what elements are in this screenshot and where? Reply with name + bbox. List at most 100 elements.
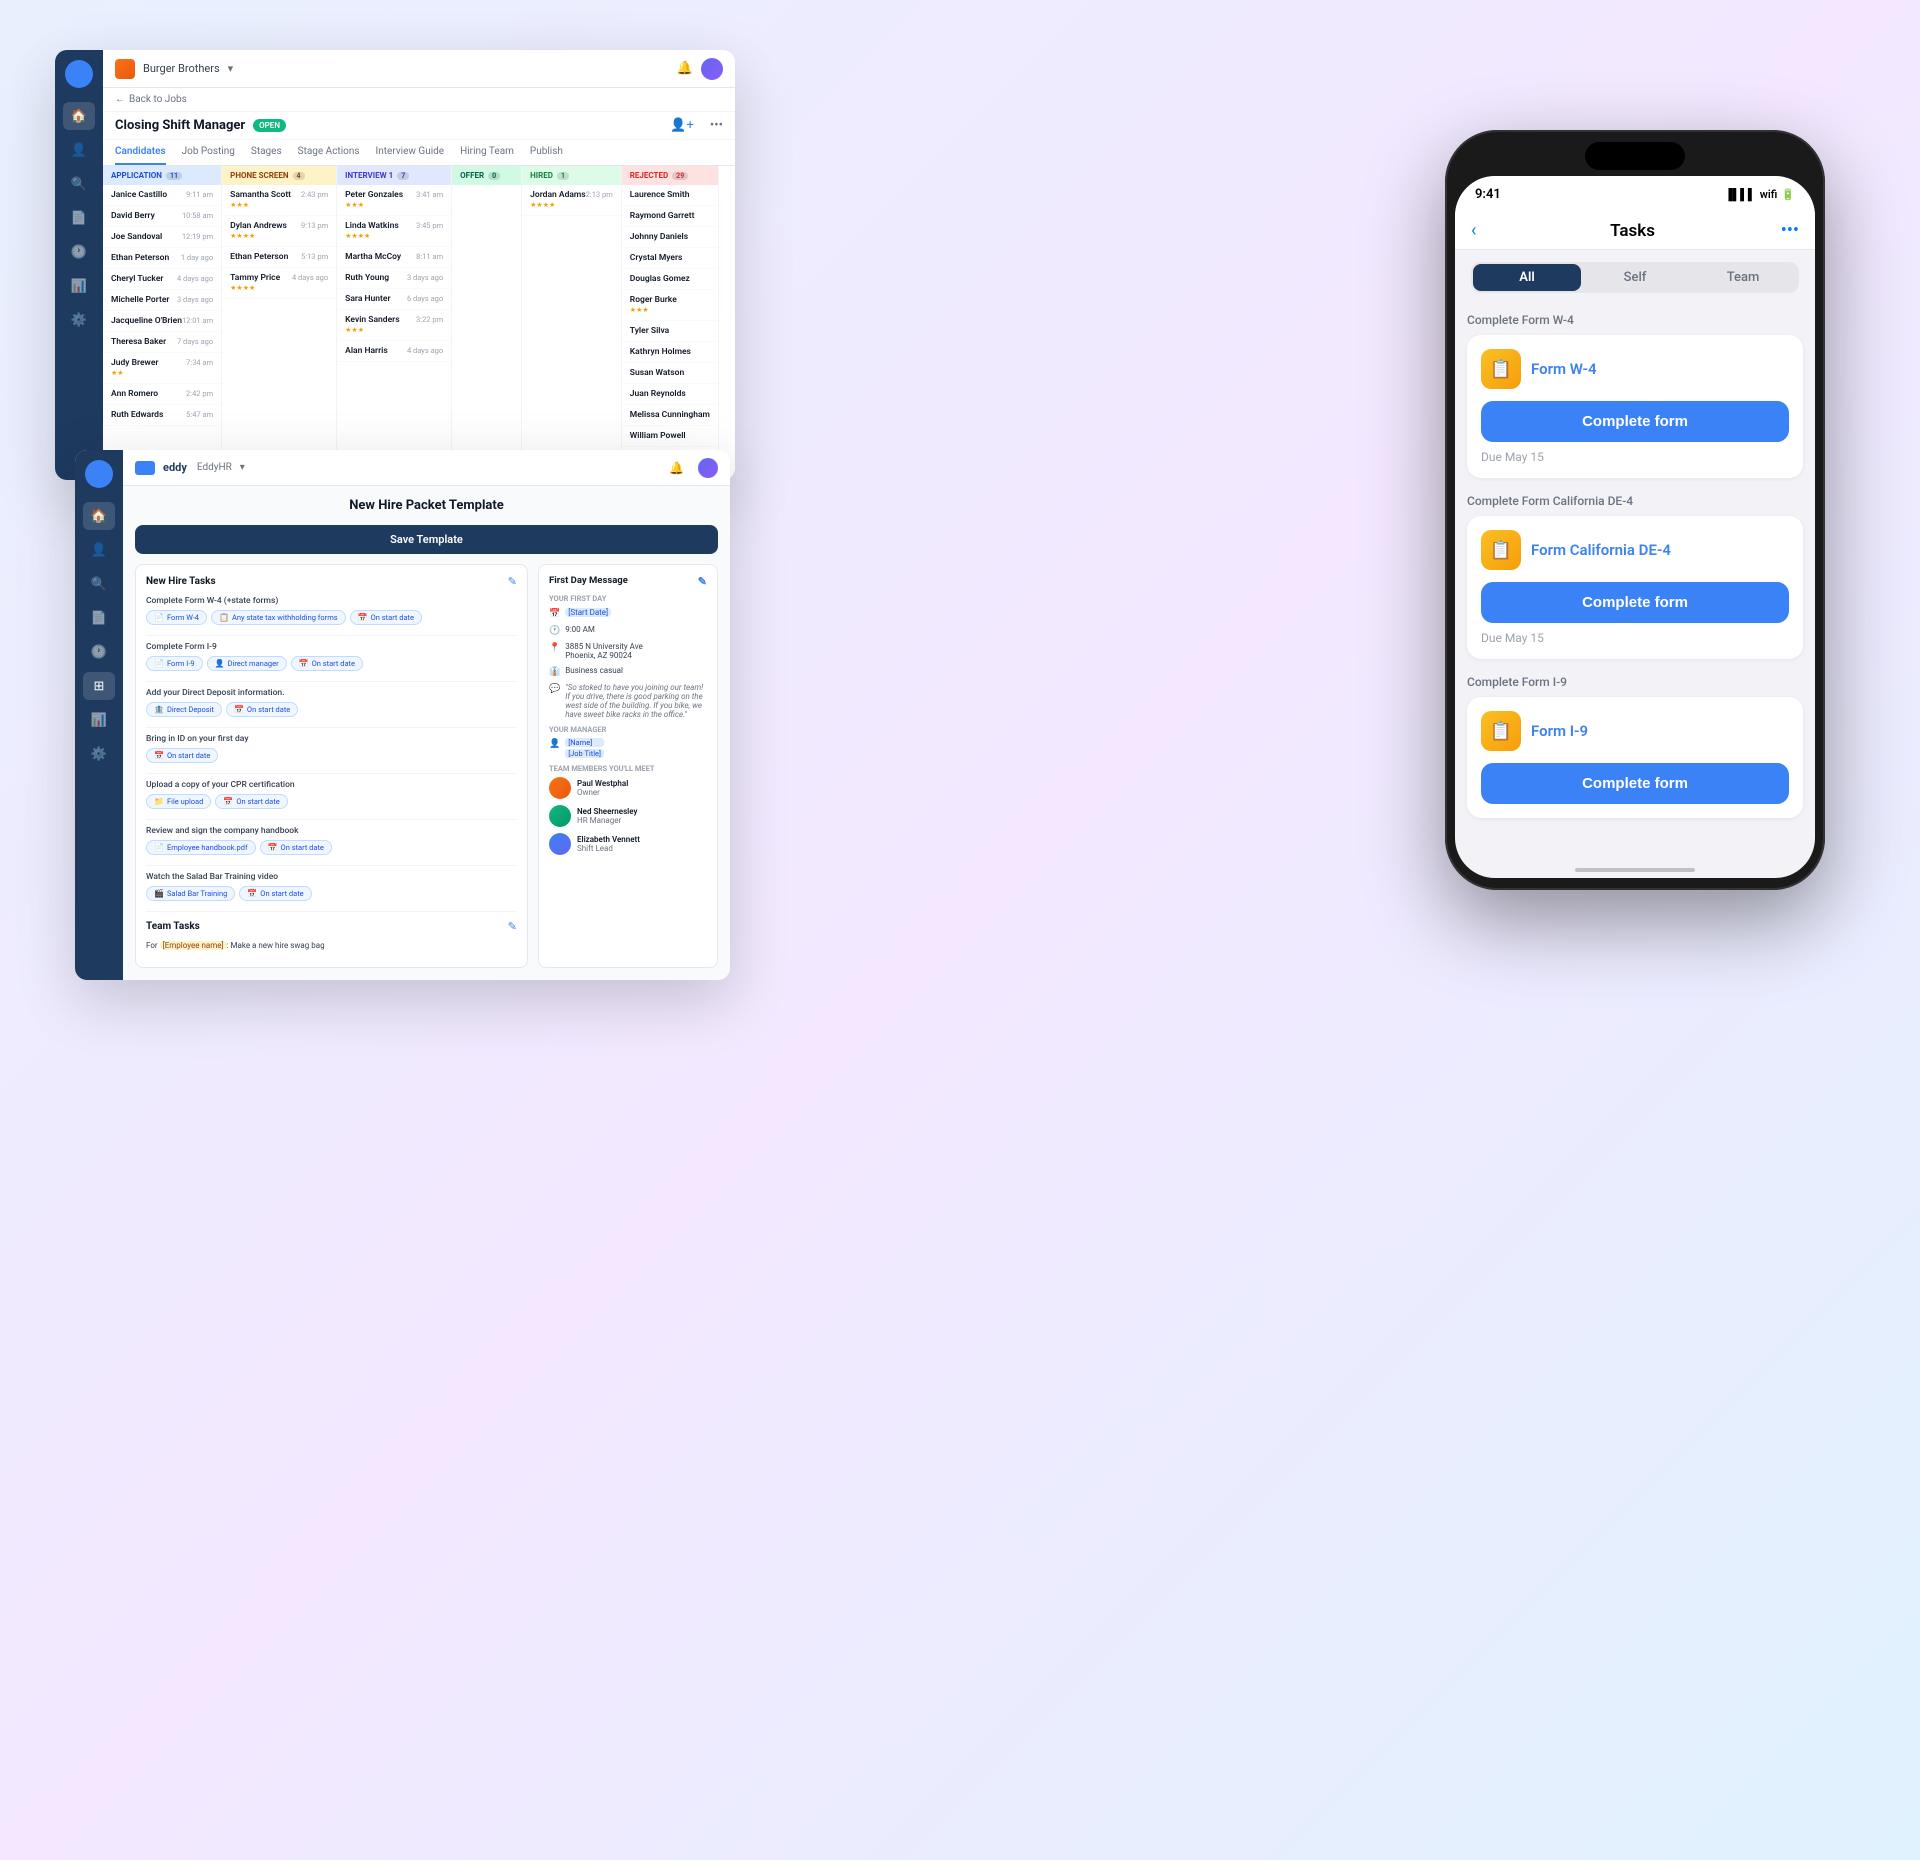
- sidebar-item-search[interactable]: 🔍: [83, 570, 115, 598]
- task-due-de4: Due May 15: [1481, 631, 1789, 645]
- nav-job-posting[interactable]: Job Posting: [182, 140, 235, 165]
- add-candidate-icon[interactable]: 👤+: [670, 118, 694, 133]
- back-to-jobs[interactable]: ← Back to Jobs: [103, 88, 735, 112]
- nav-stage-actions[interactable]: Stage Actions: [298, 140, 360, 165]
- sidebar-item-people[interactable]: 👤: [83, 536, 115, 564]
- nav-publish[interactable]: Publish: [530, 140, 563, 165]
- table-row[interactable]: Ann Romero2:42 pm: [103, 384, 221, 405]
- notification-icon[interactable]: 🔔: [677, 61, 693, 76]
- table-row[interactable]: Theresa Baker7 days ago: [103, 332, 221, 353]
- table-row[interactable]: Douglas Gomez: [622, 269, 718, 290]
- packet-window: 🏠 👤 🔍 📄 🕐 ⊞ 📊 ⚙️ eddy EddyHR ▾ 🔔 New Hir…: [75, 450, 730, 980]
- table-row[interactable]: Tyler Silva: [622, 321, 718, 342]
- table-row[interactable]: Dylan Andrews9:13 pm★★★★: [222, 216, 336, 247]
- table-row[interactable]: Tammy Price4 days ago★★★★: [222, 268, 336, 299]
- phone-back-button[interactable]: ‹: [1471, 220, 1476, 241]
- save-template-button[interactable]: Save Template: [390, 533, 463, 546]
- nav-stages[interactable]: Stages: [251, 140, 282, 165]
- sidebar-item-docs[interactable]: 📄: [83, 604, 115, 632]
- tab-self[interactable]: Self: [1581, 264, 1689, 291]
- task-card-de4: 📋 Form California DE-4 Complete form Due…: [1467, 516, 1803, 659]
- tab-all[interactable]: All: [1473, 264, 1581, 291]
- sidebar-item-docs[interactable]: 📄: [63, 204, 95, 232]
- table-row[interactable]: Ruth Young3 days ago: [337, 268, 451, 289]
- complete-form-button-i9[interactable]: Complete form: [1481, 763, 1789, 804]
- table-row[interactable]: David Berry10:58 am: [103, 206, 221, 227]
- form-name-w4: Form W-4: [1531, 360, 1597, 378]
- tab-team[interactable]: Team: [1689, 264, 1797, 291]
- table-row[interactable]: Michelle Porter3 days ago: [103, 290, 221, 311]
- sidebar-item-clock[interactable]: 🕐: [63, 238, 95, 266]
- table-row[interactable]: Martha McCoy8:11 am: [337, 247, 451, 268]
- table-row[interactable]: Samantha Scott2:43 pm★★★: [222, 185, 336, 216]
- chip-start-date-2: 📅On start date: [291, 656, 363, 671]
- table-row[interactable]: Melissa Cunningham: [622, 405, 718, 426]
- table-row[interactable]: Ethan Peterson1 day ago: [103, 248, 221, 269]
- task-form-row-de4: 📋 Form California DE-4: [1481, 530, 1789, 570]
- table-row[interactable]: Kathryn Holmes: [622, 342, 718, 363]
- save-template-bar: Save Template: [135, 525, 718, 554]
- table-row[interactable]: Joe Sandoval12:19 pm: [103, 227, 221, 248]
- first-day-edit-icon[interactable]: ✎: [698, 575, 707, 588]
- sidebar-item-chart-bar[interactable]: 📊: [83, 706, 115, 734]
- packet-user-avatar[interactable]: [698, 458, 718, 478]
- table-row[interactable]: Peter Gonzales3:41 am★★★: [337, 185, 451, 216]
- ats-sidebar: 🏠 👤 🔍 📄 🕐 📊 ⚙️: [55, 50, 103, 480]
- user-avatar[interactable]: [701, 58, 723, 80]
- more-options-icon[interactable]: •••: [710, 118, 723, 133]
- notification-bell-icon[interactable]: 🔔: [669, 461, 684, 475]
- wifi-icon: wifi: [1760, 188, 1778, 201]
- form-icon-i9: 📋: [1481, 711, 1521, 751]
- table-row[interactable]: Raymond Garrett: [622, 206, 718, 227]
- table-row[interactable]: Judy Brewer7:34 am★★: [103, 353, 221, 384]
- table-row[interactable]: Linda Watkins3:45 pm★★★★: [337, 216, 451, 247]
- table-row[interactable]: Laurence Smith: [622, 185, 718, 206]
- eddy-logo-icon: [85, 460, 113, 488]
- sidebar-item-grid[interactable]: ⊞: [83, 672, 115, 700]
- nav-candidates[interactable]: Candidates: [115, 140, 166, 165]
- tasks-section-header: New Hire Tasks ✎: [146, 575, 517, 588]
- dress-icon: 👔: [549, 667, 560, 677]
- table-row[interactable]: Sara Hunter6 days ago: [337, 289, 451, 310]
- sidebar-item-people[interactable]: 👤: [63, 136, 95, 164]
- chip-form-w4: 📄Form W-4: [146, 610, 207, 625]
- tasks-section-title: New Hire Tasks: [146, 576, 216, 587]
- table-row[interactable]: Jacqueline O'Brien12:01 am: [103, 311, 221, 332]
- table-row[interactable]: Kevin Sanders3:22 pm★★★: [337, 310, 451, 341]
- task-w4-chips: 📄Form W-4 📋Any state tax withholding for…: [146, 610, 517, 625]
- sidebar-item-chart[interactable]: 📊: [63, 272, 95, 300]
- chip-state-tax: 📋Any state tax withholding forms: [211, 610, 346, 625]
- table-row[interactable]: Johnny Daniels: [622, 227, 718, 248]
- table-row[interactable]: Juan Reynolds: [622, 384, 718, 405]
- phone-more-button[interactable]: •••: [1781, 220, 1799, 241]
- sidebar-item-clock[interactable]: 🕐: [83, 638, 115, 666]
- back-arrow-icon: ←: [115, 94, 125, 105]
- table-row[interactable]: Susan Watson: [622, 363, 718, 384]
- table-row[interactable]: Roger Burke★★★: [622, 290, 718, 321]
- task-section-label-w4: Complete Form W-4: [1467, 313, 1803, 327]
- table-row[interactable]: Janice Castillo9:11 am: [103, 185, 221, 206]
- sidebar-item-search[interactable]: 🔍: [63, 170, 95, 198]
- nav-interview-guide[interactable]: Interview Guide: [376, 140, 445, 165]
- table-row[interactable]: Jordan Adams2:13 pm★★★★: [522, 185, 621, 216]
- brand-dropdown-icon[interactable]: ▾: [228, 62, 234, 75]
- sidebar-item-home[interactable]: 🏠: [63, 102, 95, 130]
- table-row[interactable]: Crystal Myers: [622, 248, 718, 269]
- team-tasks-edit-icon[interactable]: ✎: [508, 920, 517, 933]
- location-icon: 📍: [549, 643, 560, 653]
- nav-hiring-team[interactable]: Hiring Team: [460, 140, 514, 165]
- table-row[interactable]: William Powell: [622, 426, 718, 447]
- complete-form-button-w4[interactable]: Complete form: [1481, 401, 1789, 442]
- chip-start-date-6: 📅On start date: [260, 840, 332, 855]
- table-row[interactable]: Alan Harris4 days ago: [337, 341, 451, 362]
- ats-nav: Candidates Job Posting Stages Stage Acti…: [103, 140, 735, 166]
- table-row[interactable]: Ruth Edwards5:47 am: [103, 405, 221, 426]
- sidebar-item-settings[interactable]: ⚙️: [83, 740, 115, 768]
- sidebar-item-home[interactable]: 🏠: [83, 502, 115, 530]
- table-row[interactable]: Cheryl Tucker4 days ago: [103, 269, 221, 290]
- eddy-dropdown-icon[interactable]: ▾: [240, 462, 245, 473]
- tasks-edit-icon[interactable]: ✎: [508, 575, 517, 588]
- table-row[interactable]: Ethan Peterson5:13 pm: [222, 247, 336, 268]
- complete-form-button-de4[interactable]: Complete form: [1481, 582, 1789, 623]
- sidebar-item-settings[interactable]: ⚙️: [63, 306, 95, 334]
